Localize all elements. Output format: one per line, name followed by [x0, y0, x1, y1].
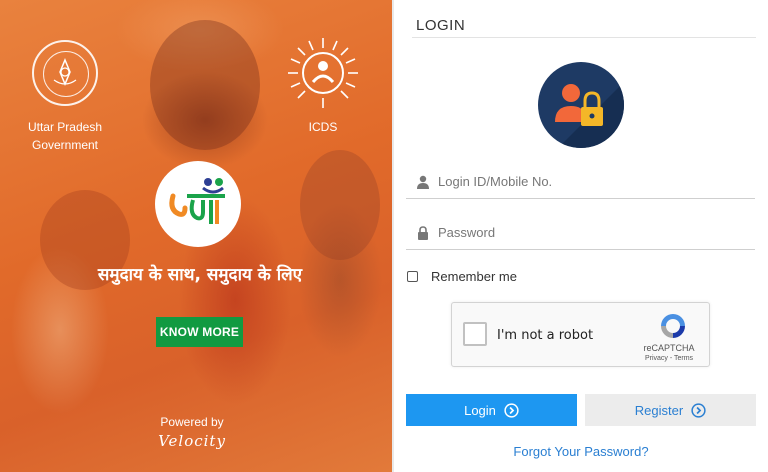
password-field — [406, 214, 755, 250]
user-lock-avatar — [538, 62, 624, 148]
velocity-logo: Velocity — [158, 432, 226, 450]
recaptcha-checkbox[interactable] — [463, 322, 487, 346]
program-logo — [155, 161, 241, 247]
program-logo-icon — [169, 178, 225, 224]
forgot-password-link[interactable]: Forgot Your Password? — [394, 444, 768, 459]
up-government-emblem-icon — [32, 40, 98, 106]
hero-photo-figure — [150, 20, 260, 150]
recaptcha-widget: I'm not a robot reCAPTCHA Privacy - Term… — [451, 302, 710, 367]
hero-tagline: समुदाय के साथ, समुदाय के लिए — [97, 265, 303, 285]
chevron-right-circle-icon — [691, 402, 706, 418]
recaptcha-brand: reCAPTCHA — [643, 343, 695, 353]
powered-by-label: Powered by — [160, 415, 224, 429]
recaptcha-label: I'm not a robot — [497, 328, 594, 343]
know-more-button[interactable]: KNOW MORE — [156, 317, 243, 347]
recaptcha-logo-icon — [661, 314, 685, 338]
gov-label-line2: Government — [31, 138, 99, 152]
remember-me-label: Remember me — [431, 269, 517, 284]
login-id-input[interactable] — [438, 169, 738, 193]
chevron-right-circle-icon — [504, 402, 519, 418]
icds-emblem-icon — [286, 36, 360, 110]
icds-label: ICDS — [308, 120, 338, 134]
user-lock-icon — [555, 82, 624, 148]
gov-label: Uttar Pradesh Government — [15, 118, 115, 154]
hero-banner: Uttar Pradesh Government ICDS समुदाय के … — [0, 0, 392, 472]
lock-icon — [418, 226, 428, 240]
login-title: LOGIN — [416, 17, 466, 34]
login-button-label: Login — [464, 402, 496, 418]
login-panel: LOGIN Remember me I'm not — [394, 0, 768, 472]
remember-me[interactable]: Remember me — [407, 269, 517, 284]
hero-photo-child-right — [300, 150, 380, 260]
register-button-label: Register — [634, 402, 684, 418]
recaptcha-links[interactable]: Privacy - Terms — [639, 355, 699, 362]
register-button[interactable]: Register — [585, 394, 756, 426]
title-divider — [412, 37, 756, 38]
password-input[interactable] — [438, 220, 738, 244]
user-icon — [417, 175, 429, 189]
login-id-field — [406, 163, 755, 199]
gov-label-line1: Uttar Pradesh — [27, 120, 103, 134]
login-button[interactable]: Login — [406, 394, 577, 426]
remember-me-checkbox[interactable] — [407, 271, 418, 282]
